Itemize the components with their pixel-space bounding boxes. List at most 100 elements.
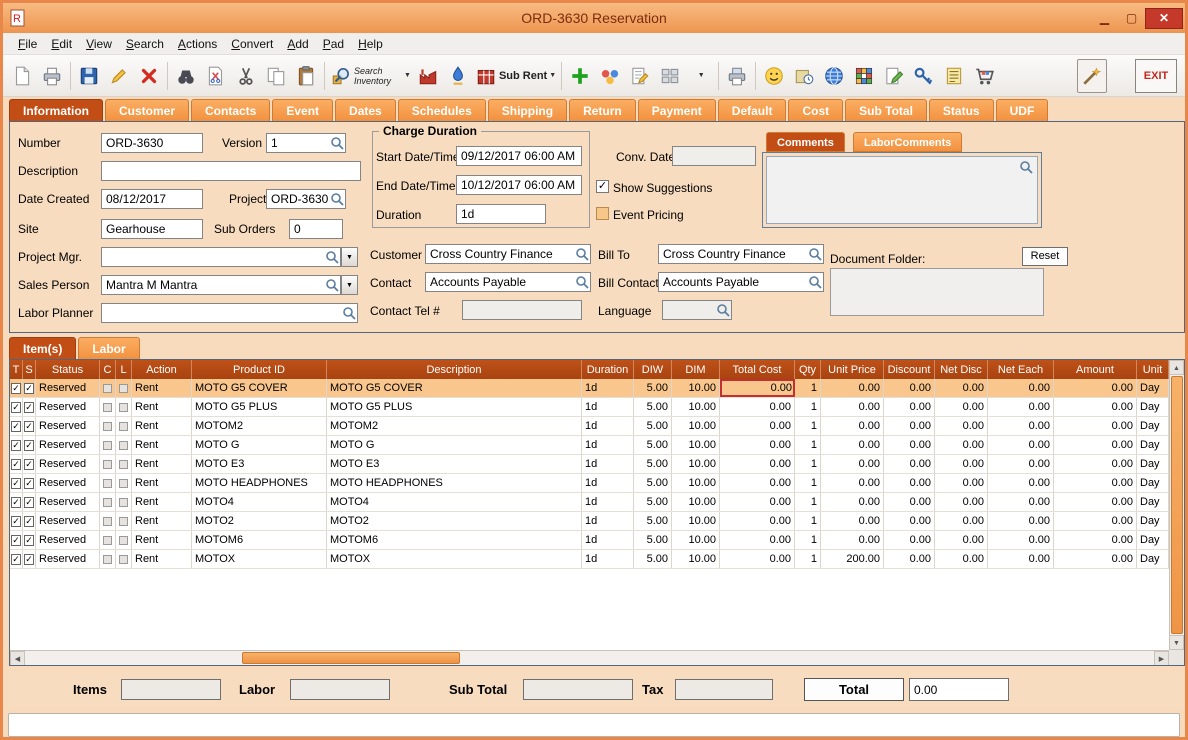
cell-status[interactable]: Reserved xyxy=(36,512,100,530)
cell-discount[interactable]: 0.00 xyxy=(884,493,935,511)
cell-unit-price[interactable]: 200.00 xyxy=(821,550,884,568)
cell-qty[interactable]: 1 xyxy=(795,436,821,454)
column-header-amount[interactable]: Amount xyxy=(1054,360,1137,379)
cell-description[interactable]: MOTOM6 xyxy=(327,531,582,549)
cell-net-disc[interactable]: 0.00 xyxy=(935,493,988,511)
cell-discount[interactable]: 0.00 xyxy=(884,379,935,397)
sales-person-dropdown[interactable]: ▼ xyxy=(341,275,358,295)
row-checkbox[interactable]: ✓ xyxy=(10,398,23,416)
cell-diw[interactable]: 5.00 xyxy=(634,398,672,416)
cell-unit-price[interactable]: 0.00 xyxy=(821,436,884,454)
cell-product-id[interactable]: MOTO G5 COVER xyxy=(192,379,327,397)
tab-return[interactable]: Return xyxy=(569,99,636,121)
search-icon[interactable] xyxy=(330,192,344,206)
end-date-field[interactable]: 10/12/2017 06:00 AM xyxy=(456,175,582,195)
add-button[interactable] xyxy=(565,59,595,93)
cell-dim[interactable]: 10.00 xyxy=(672,474,720,492)
cell-net-each[interactable]: 0.00 xyxy=(988,417,1054,435)
cell-amount[interactable]: 0.00 xyxy=(1054,379,1137,397)
tab-customer[interactable]: Customer xyxy=(105,99,189,121)
tab-items[interactable]: Item(s) xyxy=(9,337,76,359)
cell-total-cost[interactable]: 0.00 xyxy=(720,436,795,454)
cell-status[interactable]: Reserved xyxy=(36,417,100,435)
search-inventory-button[interactable]: Search Inventory ▼ xyxy=(328,59,413,93)
cell-unit-price[interactable]: 0.00 xyxy=(821,531,884,549)
menu-pad[interactable]: Pad xyxy=(316,35,351,53)
search-icon[interactable] xyxy=(1019,160,1033,174)
row-checkbox[interactable]: ✓ xyxy=(10,455,23,473)
cell-discount[interactable]: 0.00 xyxy=(884,455,935,473)
sub-rent-button[interactable]: Sub Rent ▼ xyxy=(473,59,558,93)
cell-description[interactable]: MOTO2 xyxy=(327,512,582,530)
cell-amount[interactable]: 0.00 xyxy=(1054,474,1137,492)
row-flag-checkbox[interactable] xyxy=(116,512,132,530)
cell-total-cost[interactable]: 0.00 xyxy=(720,417,795,435)
cell-discount[interactable]: 0.00 xyxy=(884,398,935,416)
save-button[interactable] xyxy=(74,59,104,93)
search-icon[interactable] xyxy=(325,278,339,292)
row-checkbox[interactable]: ✓ xyxy=(10,531,23,549)
cell-diw[interactable]: 5.00 xyxy=(634,531,672,549)
find-button[interactable] xyxy=(171,59,201,93)
table-row[interactable]: ✓✓ReservedRentMOTOM2MOTOM21d5.0010.000.0… xyxy=(10,417,1169,436)
exit-button[interactable]: EXIT xyxy=(1135,59,1177,93)
cell-net-each[interactable]: 0.00 xyxy=(988,550,1054,568)
cell-qty[interactable]: 1 xyxy=(795,379,821,397)
cell-action[interactable]: Rent xyxy=(132,531,192,549)
row-checkbox[interactable]: ✓ xyxy=(23,436,36,454)
row-flag-checkbox[interactable] xyxy=(116,550,132,568)
cell-unit[interactable]: Day xyxy=(1137,550,1169,568)
web-button[interactable] xyxy=(819,59,849,93)
cart-button[interactable] xyxy=(969,59,999,93)
bill-to-field[interactable]: Cross Country Finance xyxy=(658,244,824,264)
row-flag-checkbox[interactable] xyxy=(100,474,116,492)
cell-unit[interactable]: Day xyxy=(1137,436,1169,454)
row-flag-checkbox[interactable] xyxy=(100,531,116,549)
schedule-button[interactable] xyxy=(789,59,819,93)
table-row[interactable]: ✓✓ReservedRentMOTO GMOTO G1d5.0010.000.0… xyxy=(10,436,1169,455)
cell-duration[interactable]: 1d xyxy=(582,398,634,416)
scroll-up-icon[interactable]: ▲ xyxy=(1169,360,1184,375)
number-field[interactable]: ORD-3630 xyxy=(101,133,203,153)
column-header-action[interactable]: Action xyxy=(132,360,192,379)
tab-labor-comments[interactable]: LaborComments xyxy=(853,132,962,152)
cell-action[interactable]: Rent xyxy=(132,474,192,492)
tab-status[interactable]: Status xyxy=(929,99,994,121)
search-icon[interactable] xyxy=(330,136,344,150)
sub-orders-field[interactable]: 0 xyxy=(289,219,343,239)
cell-amount[interactable]: 0.00 xyxy=(1054,531,1137,549)
cell-action[interactable]: Rent xyxy=(132,398,192,416)
smiley-button[interactable] xyxy=(759,59,789,93)
contact-field[interactable]: Accounts Payable xyxy=(425,272,591,292)
labor-planner-field[interactable] xyxy=(101,303,358,323)
cube-button[interactable] xyxy=(849,59,879,93)
cell-duration[interactable]: 1d xyxy=(582,379,634,397)
column-header-net-disc[interactable]: Net Disc xyxy=(935,360,988,379)
cell-unit-price[interactable]: 0.00 xyxy=(821,455,884,473)
cell-qty[interactable]: 1 xyxy=(795,531,821,549)
row-checkbox[interactable]: ✓ xyxy=(23,474,36,492)
table-row[interactable]: ✓✓ReservedRentMOTO HEADPHONESMOTO HEADPH… xyxy=(10,474,1169,493)
cell-product-id[interactable]: MOTO G5 PLUS xyxy=(192,398,327,416)
cell-amount[interactable]: 0.00 xyxy=(1054,455,1137,473)
tab-contacts[interactable]: Contacts xyxy=(191,99,270,121)
search-icon[interactable] xyxy=(716,303,730,317)
tab-shipping[interactable]: Shipping xyxy=(488,99,567,121)
cell-amount[interactable]: 0.00 xyxy=(1054,436,1137,454)
row-flag-checkbox[interactable] xyxy=(116,455,132,473)
table-row[interactable]: ✓✓ReservedRentMOTOM6MOTOM61d5.0010.000.0… xyxy=(10,531,1169,550)
compose-button[interactable] xyxy=(879,59,909,93)
menu-edit[interactable]: Edit xyxy=(44,35,79,53)
cell-qty[interactable]: 1 xyxy=(795,493,821,511)
table-row[interactable]: ✓✓ReservedRentMOTO G5 PLUSMOTO G5 PLUS1d… xyxy=(10,398,1169,417)
search-icon[interactable] xyxy=(575,247,589,261)
cell-total-cost[interactable]: 0.00 xyxy=(720,379,795,397)
cell-action[interactable]: Rent xyxy=(132,436,192,454)
scroll-right-icon[interactable]: ▶ xyxy=(1154,651,1169,666)
cell-product-id[interactable]: MOTO4 xyxy=(192,493,327,511)
row-checkbox[interactable]: ✓ xyxy=(10,512,23,530)
cell-unit-price[interactable]: 0.00 xyxy=(821,474,884,492)
vertical-scrollbar[interactable]: ▲ ▼ xyxy=(1169,360,1184,650)
contact-tel-field[interactable] xyxy=(462,300,582,320)
cell-total-cost[interactable]: 0.00 xyxy=(720,512,795,530)
